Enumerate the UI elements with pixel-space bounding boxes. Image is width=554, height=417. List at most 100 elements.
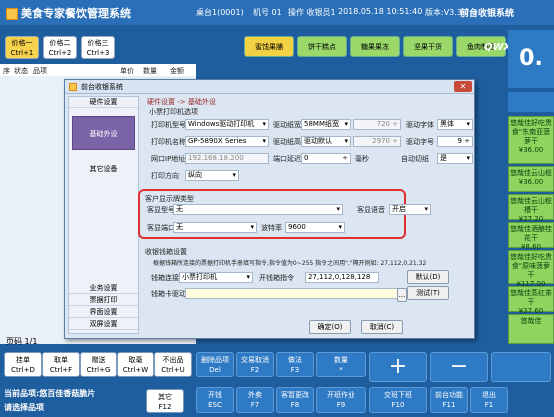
mode-title: 前台收银系统 xyxy=(459,9,514,19)
sidebar-item-business[interactable]: 业务设置 xyxy=(69,283,138,294)
price-button-3[interactable]: 价格三 Ctrl+3 xyxy=(81,36,115,59)
customer-voice-select[interactable]: 开启 xyxy=(389,204,431,215)
settings-dialog: 前台收银系统 ✕ 硬件设置 基础外设 其它设备 业务设置 票据打印 界面设置 双… xyxy=(64,79,475,339)
dialog-sidebar: 硬件设置 基础外设 其它设备 业务设置 票据打印 界面设置 双屏设置 xyxy=(68,96,139,334)
column-header: 状态 xyxy=(14,67,28,75)
delete-item-button[interactable]: 删除品项 Del xyxy=(196,352,234,377)
paper-height-label: 驱动纸高 xyxy=(273,138,301,146)
sidebar-item-hardware[interactable]: 硬件设置 xyxy=(69,97,138,108)
printer-name-label: 打印机名称 xyxy=(151,138,186,146)
dialog-title: 前台收银系统 xyxy=(81,83,123,91)
sidebar-item-basic-peripherals[interactable]: 基础外设 xyxy=(72,116,135,150)
page-count: 页码 1/1 xyxy=(6,337,38,346)
cash-section-title: 收银钱箱设置 xyxy=(145,248,187,256)
font-size-label: 驱动字号 xyxy=(406,138,434,146)
category-tab[interactable]: 饼干糕点 xyxy=(297,36,347,57)
ip-input[interactable]: 192.168.18.200 xyxy=(185,153,269,164)
sidebar-item-receipt[interactable]: 票据打印 xyxy=(69,295,138,306)
cash-connection-label: 钱箱连接 xyxy=(151,274,179,282)
baud-select[interactable]: 9600 xyxy=(285,222,345,233)
column-header: 数量 xyxy=(143,67,157,75)
printer-name-select[interactable]: GP-5890X Series xyxy=(185,136,269,147)
customer-model-select[interactable]: 无 xyxy=(173,204,343,215)
ok-button[interactable]: 确定(O) xyxy=(309,320,351,334)
column-header: 单价 xyxy=(120,67,134,75)
test-button[interactable]: 测试(T) xyxy=(407,286,449,300)
open-drawer-button[interactable]: 开钱 ESC xyxy=(196,387,234,413)
customer-model-label: 客显型号 xyxy=(147,206,175,214)
sidebar-item-interface[interactable]: 界面设置 xyxy=(69,307,138,318)
amount-display: 0. xyxy=(508,30,554,88)
dish-item[interactable]: 悠哉佳酒酿桂花干 ¥8.60 xyxy=(508,222,554,251)
price-button-2[interactable]: 价格二 Ctrl+2 xyxy=(43,36,77,59)
dish-item[interactable]: 悠哉佳好吃贵食"东南亚菠萝干 ¥36.00 xyxy=(508,116,554,164)
dish-item[interactable]: 悠哉佳云山榄 ¥36.00 xyxy=(508,166,554,192)
sidebar-item-dual-screen[interactable]: 双屏设置 xyxy=(69,319,138,330)
method-button[interactable]: 做法 F3 xyxy=(276,352,314,377)
close-icon[interactable]: ✕ xyxy=(454,81,472,92)
cancel-transaction-button[interactable]: 交易取消 F2 xyxy=(236,352,274,377)
category-tab[interactable]: 蜜饯果脯 xyxy=(244,36,294,57)
no-serve-button[interactable]: 不出品 Ctrl+U xyxy=(154,352,192,377)
customer-section-title: 客户显示牌类型 xyxy=(145,195,194,203)
dish-item[interactable]: 悠哉佳 xyxy=(508,314,554,344)
cash-card-label: 钱箱卡驱动 xyxy=(151,290,186,298)
font-select[interactable]: 黑体 xyxy=(437,119,473,130)
dish-blank xyxy=(508,92,554,112)
open-shift-button[interactable]: 开班作业 F9 xyxy=(316,387,366,413)
printer-type-label: 打印机型号 xyxy=(151,121,186,129)
quantity-button[interactable]: 数量 * xyxy=(316,352,366,377)
other-button[interactable]: 其它 F12 xyxy=(146,389,184,413)
customer-port-label: 客显端口 xyxy=(147,224,175,232)
hold-order-button[interactable]: 挂单 Ctrl+D xyxy=(4,352,42,377)
app-icon xyxy=(69,83,77,91)
auto-cut-select[interactable]: 是 xyxy=(437,153,473,164)
takeout-button[interactable]: 外卖 F7 xyxy=(236,387,274,413)
default-button[interactable]: 默认(D) xyxy=(407,270,449,284)
change-guest-button[interactable]: 客暂更改 F8 xyxy=(276,387,314,413)
cancel-item-button[interactable]: 取毫 Ctrl+W xyxy=(117,352,154,377)
baud-label: 波特率 xyxy=(261,224,282,232)
cash-note: 根据钱箱所连接的票据打印机手册填写指令,指令值为0~255 指令之间用","隔开… xyxy=(153,260,427,267)
font-size-input[interactable]: 9 xyxy=(437,136,473,147)
category-tab[interactable]: 坚果干货 xyxy=(403,36,453,57)
exit-button[interactable]: 退出 F1 xyxy=(470,387,508,413)
category-tab[interactable]: 糖果果冻 xyxy=(350,36,400,57)
minus-button[interactable]: − xyxy=(430,352,488,382)
cash-card-input[interactable] xyxy=(185,288,401,299)
gift-button[interactable]: 赠送 Ctrl+G xyxy=(80,352,117,377)
retrieve-order-button[interactable]: 取单 Ctrl+F xyxy=(42,352,80,377)
front-function-button[interactable]: 前台功能 F11 xyxy=(430,387,468,413)
printer-section-title: 小票打印机选项 xyxy=(149,108,198,116)
close-shift-button[interactable]: 交班下班 F10 xyxy=(369,387,427,413)
column-header: 品项 xyxy=(33,67,47,75)
cash-connection-select[interactable]: 小票打印机 xyxy=(179,272,253,283)
port-delay-input[interactable]: 0 xyxy=(301,153,351,164)
table-info: 桌台1(0001) xyxy=(196,8,244,17)
column-header: 序 xyxy=(3,67,10,75)
cancel-button[interactable]: 取消(C) xyxy=(361,320,403,334)
browse-button[interactable]: ... xyxy=(397,288,407,302)
price-button-1[interactable]: 价格一 Ctrl+1 xyxy=(5,36,39,59)
customer-port-select[interactable]: 无 xyxy=(173,222,257,233)
port-delay-label: 端口延迟 xyxy=(273,155,301,163)
paper-height-select[interactable]: 驱动默认 xyxy=(301,136,351,147)
dialog-titlebar[interactable] xyxy=(65,80,474,94)
dish-item[interactable]: 悠哉佳云山榄槽干 ¥27.20 xyxy=(508,194,554,223)
select-item-hint: 请选择品项 xyxy=(4,403,44,412)
paper-height-input[interactable]: 2970 xyxy=(353,136,401,147)
order-header xyxy=(0,64,196,76)
paper-width-input[interactable]: 720 xyxy=(353,119,401,130)
dish-item[interactable]: 悠哉佳好吃贵食"原味菠萝干 ¥117.00 xyxy=(508,250,554,288)
dish-item[interactable]: 悠哉佳蒸红茶干 ¥37.60 xyxy=(508,286,554,315)
plus-button[interactable]: + xyxy=(369,352,427,382)
paper-width-select[interactable]: 58MM纸宽 xyxy=(301,119,351,130)
sidebar-item-other-devices[interactable]: 其它设备 xyxy=(72,152,135,186)
cash-command-input[interactable]: 27,112,0,128,128 xyxy=(305,272,379,283)
direction-select[interactable]: 纵向 xyxy=(185,170,239,181)
breadcrumb: 硬件设置 -> 基础外设 xyxy=(147,98,216,106)
ip-label: 网口IP地址 xyxy=(151,155,186,163)
paper-width-label: 驱动纸宽 xyxy=(273,121,301,129)
printer-type-select[interactable]: Windows驱动打印机 xyxy=(185,119,269,130)
fn-blank-button[interactable] xyxy=(491,352,551,382)
